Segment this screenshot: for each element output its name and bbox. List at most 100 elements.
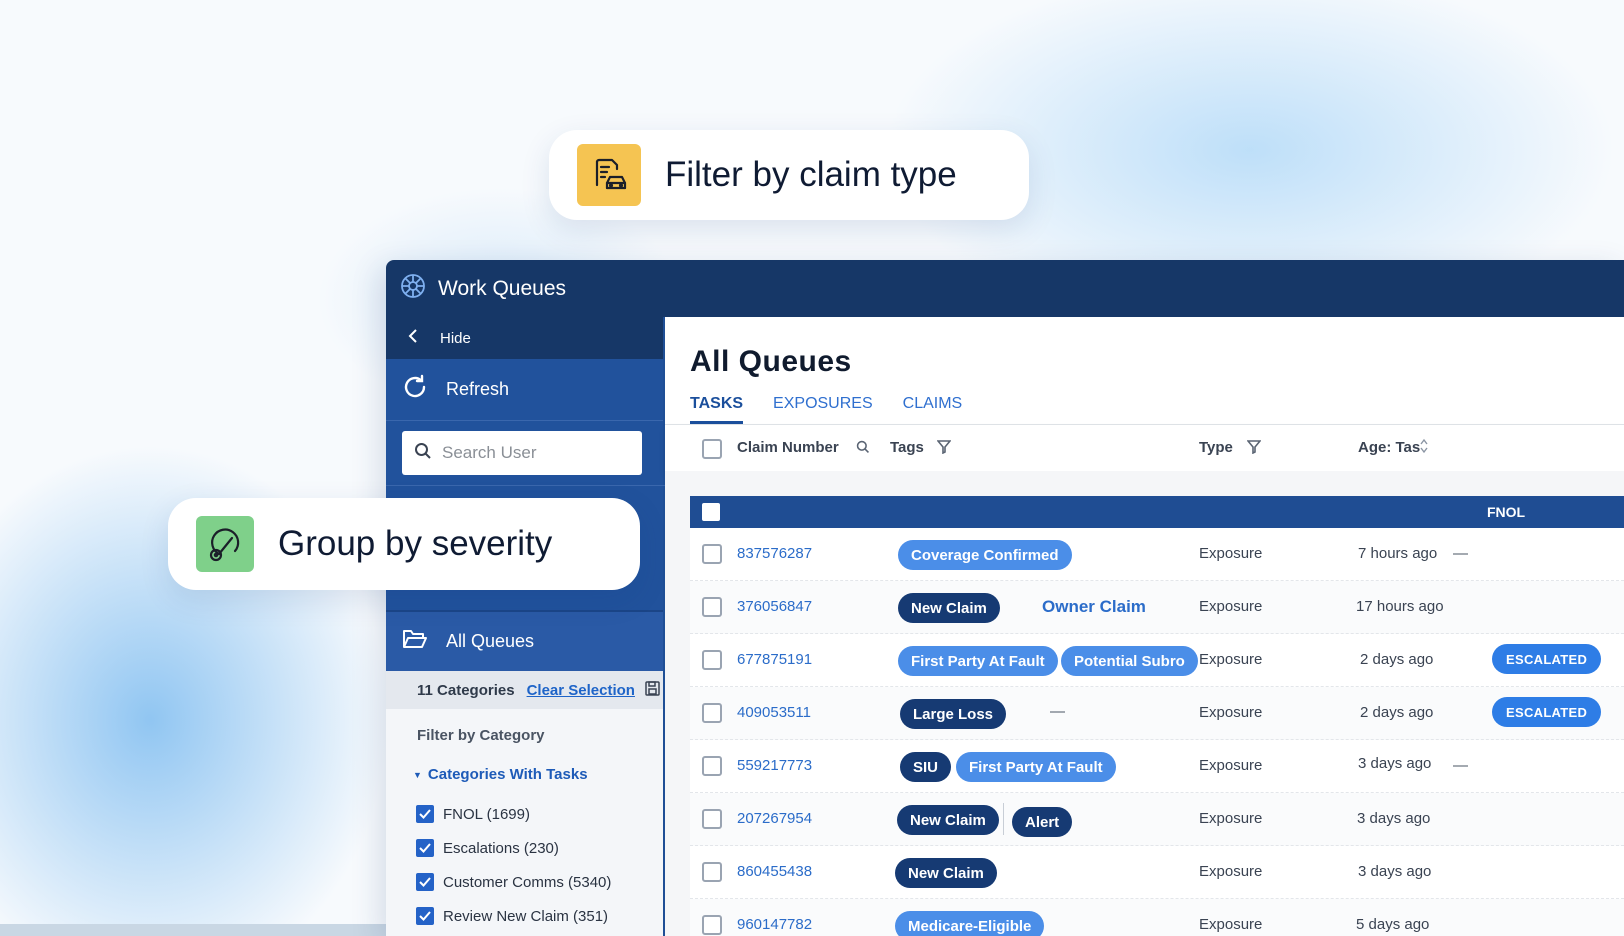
folder-open-icon	[402, 628, 428, 655]
category-item[interactable]: Escalations (230)	[386, 831, 663, 865]
category-label: Review New Claim (351)	[443, 907, 609, 925]
type-cell: Exposure	[1199, 598, 1263, 615]
tag-pill: New Claim	[895, 858, 997, 888]
row-checkbox[interactable]	[702, 756, 722, 776]
filter-icon[interactable]	[1246, 440, 1262, 458]
row-checkbox[interactable]	[702, 650, 722, 670]
checkbox-checked-icon[interactable]	[416, 805, 434, 823]
type-cell: Exposure	[1199, 757, 1263, 774]
tab-tasks[interactable]: TASKS	[690, 395, 744, 424]
select-all-checkbox[interactable]	[702, 439, 722, 459]
claim-number-link[interactable]: 960147782	[737, 916, 812, 933]
checkbox-checked-icon[interactable]	[416, 907, 434, 925]
refresh-label: Refresh	[446, 379, 510, 399]
refresh-button[interactable]: Refresh	[386, 359, 663, 421]
callout-text: Group by severity	[278, 524, 553, 563]
group-select-checkbox[interactable]	[702, 503, 720, 521]
row-checkbox[interactable]	[702, 862, 722, 882]
age-cell: 3 days ago	[1358, 755, 1432, 772]
filter-icon[interactable]	[936, 440, 952, 458]
claim-number-link[interactable]: 860455438	[737, 863, 812, 880]
claim-number-link[interactable]: 207267954	[737, 810, 812, 827]
tag-pill: New Claim	[897, 805, 999, 835]
search-icon	[414, 442, 432, 465]
main-content: All Queues TASKS EXPOSURES CLAIMS Claim …	[665, 317, 1624, 936]
all-queues-label: All Queues	[446, 631, 535, 651]
clear-selection-link[interactable]: Clear Selection	[527, 682, 635, 699]
tag-pill: Coverage Confirmed	[898, 540, 1072, 570]
tag-pill: First Party At Fault	[898, 646, 1058, 676]
age-cell: 7 hours ago	[1358, 545, 1438, 562]
row-checkbox[interactable]	[702, 915, 722, 935]
column-tags: Tags	[890, 439, 924, 456]
hide-sidebar-button[interactable]: Hide	[386, 317, 663, 359]
dash-text: —	[1453, 545, 1468, 562]
caret-down-icon: ▼	[413, 769, 422, 780]
table-row: 376056847 New Claim Owner Claim Exposure…	[690, 581, 1624, 634]
tag-separator	[1003, 803, 1004, 835]
table-row: 860455438 New Claim Exposure 3 days ago	[690, 846, 1624, 899]
age-cell: 3 days ago	[1358, 863, 1432, 880]
refresh-icon	[402, 374, 428, 405]
claim-number-link[interactable]: 677875191	[737, 651, 812, 668]
tag-pill: SIU	[900, 752, 952, 782]
sort-icon[interactable]	[1419, 438, 1429, 458]
tabs: TASKS EXPOSURES CLAIMS	[690, 395, 992, 424]
column-type: Type	[1199, 439, 1233, 456]
search-user-input[interactable]	[442, 443, 632, 463]
severity-gauge-icon	[196, 516, 254, 572]
owner-claim-tag: Owner Claim	[1042, 597, 1146, 616]
dash-text: —	[1453, 757, 1468, 774]
table-row: 559217773 SIU First Party At Fault Expos…	[690, 740, 1624, 793]
table-rows: 837576287 Coverage Confirmed Exposure 7 …	[690, 528, 1624, 936]
checkbox-checked-icon[interactable]	[416, 873, 434, 891]
table-body: FNOL 837576287 Coverage Confirmed Exposu…	[665, 471, 1624, 936]
row-checkbox[interactable]	[702, 703, 722, 723]
dash-text: —	[1050, 703, 1065, 720]
sidebar: Hide Refresh Search User All Queues 11 C…	[386, 317, 665, 936]
categories-with-tasks-toggle[interactable]: ▼ Categories With Tasks	[386, 744, 663, 783]
page-title: All Queues	[690, 345, 852, 378]
category-item[interactable]: Review New Claim (351)	[386, 899, 663, 933]
tag-pill: Alert	[1012, 807, 1073, 837]
status-badge: ESCALATED	[1492, 697, 1602, 727]
tag-pill: First Party At Fault	[956, 752, 1116, 782]
tag-pill: New Claim	[898, 593, 1000, 623]
row-checkbox[interactable]	[702, 544, 722, 564]
category-item[interactable]: Customer Comms (5340)	[386, 865, 663, 899]
row-checkbox[interactable]	[702, 597, 722, 617]
tag-pill: Medicare-Eligible	[895, 911, 1045, 936]
type-cell: Exposure	[1199, 863, 1263, 880]
claim-number-link[interactable]: 409053511	[737, 704, 811, 721]
claim-number-link[interactable]: 837576287	[737, 545, 812, 562]
car-document-icon	[577, 144, 641, 206]
table-header: Claim Number Tags Type Age: Tas	[665, 425, 1624, 471]
search-user-field[interactable]	[402, 431, 642, 475]
age-cell: 2 days ago	[1360, 704, 1434, 721]
app-header: Work Queues	[386, 260, 1624, 317]
categories-count: 11 Categories	[417, 681, 515, 699]
table-row: 837576287 Coverage Confirmed Exposure 7 …	[690, 528, 1624, 581]
table-row: 677875191 First Party At Fault Potential…	[690, 634, 1624, 687]
callout-text: Filter by claim type	[665, 155, 957, 194]
checkbox-checked-icon[interactable]	[416, 839, 434, 857]
row-checkbox[interactable]	[702, 809, 722, 829]
group-header-fnol: FNOL	[690, 496, 1624, 528]
claim-number-link[interactable]: 376056847	[737, 598, 812, 615]
type-cell: Exposure	[1199, 545, 1263, 562]
search-icon[interactable]	[856, 440, 870, 458]
group-label: FNOL	[1487, 504, 1526, 520]
tab-claims[interactable]: CLAIMS	[903, 395, 963, 424]
table-row: 409053511 Large Loss — Exposure 2 days a…	[690, 687, 1624, 740]
wheel-logo-icon	[400, 273, 426, 304]
tag-pill: Large Loss	[900, 699, 1007, 729]
sidebar-item-all-queues[interactable]: All Queues	[386, 610, 663, 671]
tab-exposures[interactable]: EXPOSURES	[773, 395, 873, 424]
divider	[386, 485, 665, 486]
age-cell: 2 days ago	[1360, 651, 1434, 668]
claim-number-link[interactable]: 559217773	[737, 757, 812, 774]
type-cell: Exposure	[1199, 651, 1263, 668]
save-icon[interactable]	[645, 680, 660, 700]
category-item[interactable]: FNOL (1699)	[386, 797, 663, 831]
filter-by-claim-type-callout: Filter by claim type	[549, 130, 1029, 220]
